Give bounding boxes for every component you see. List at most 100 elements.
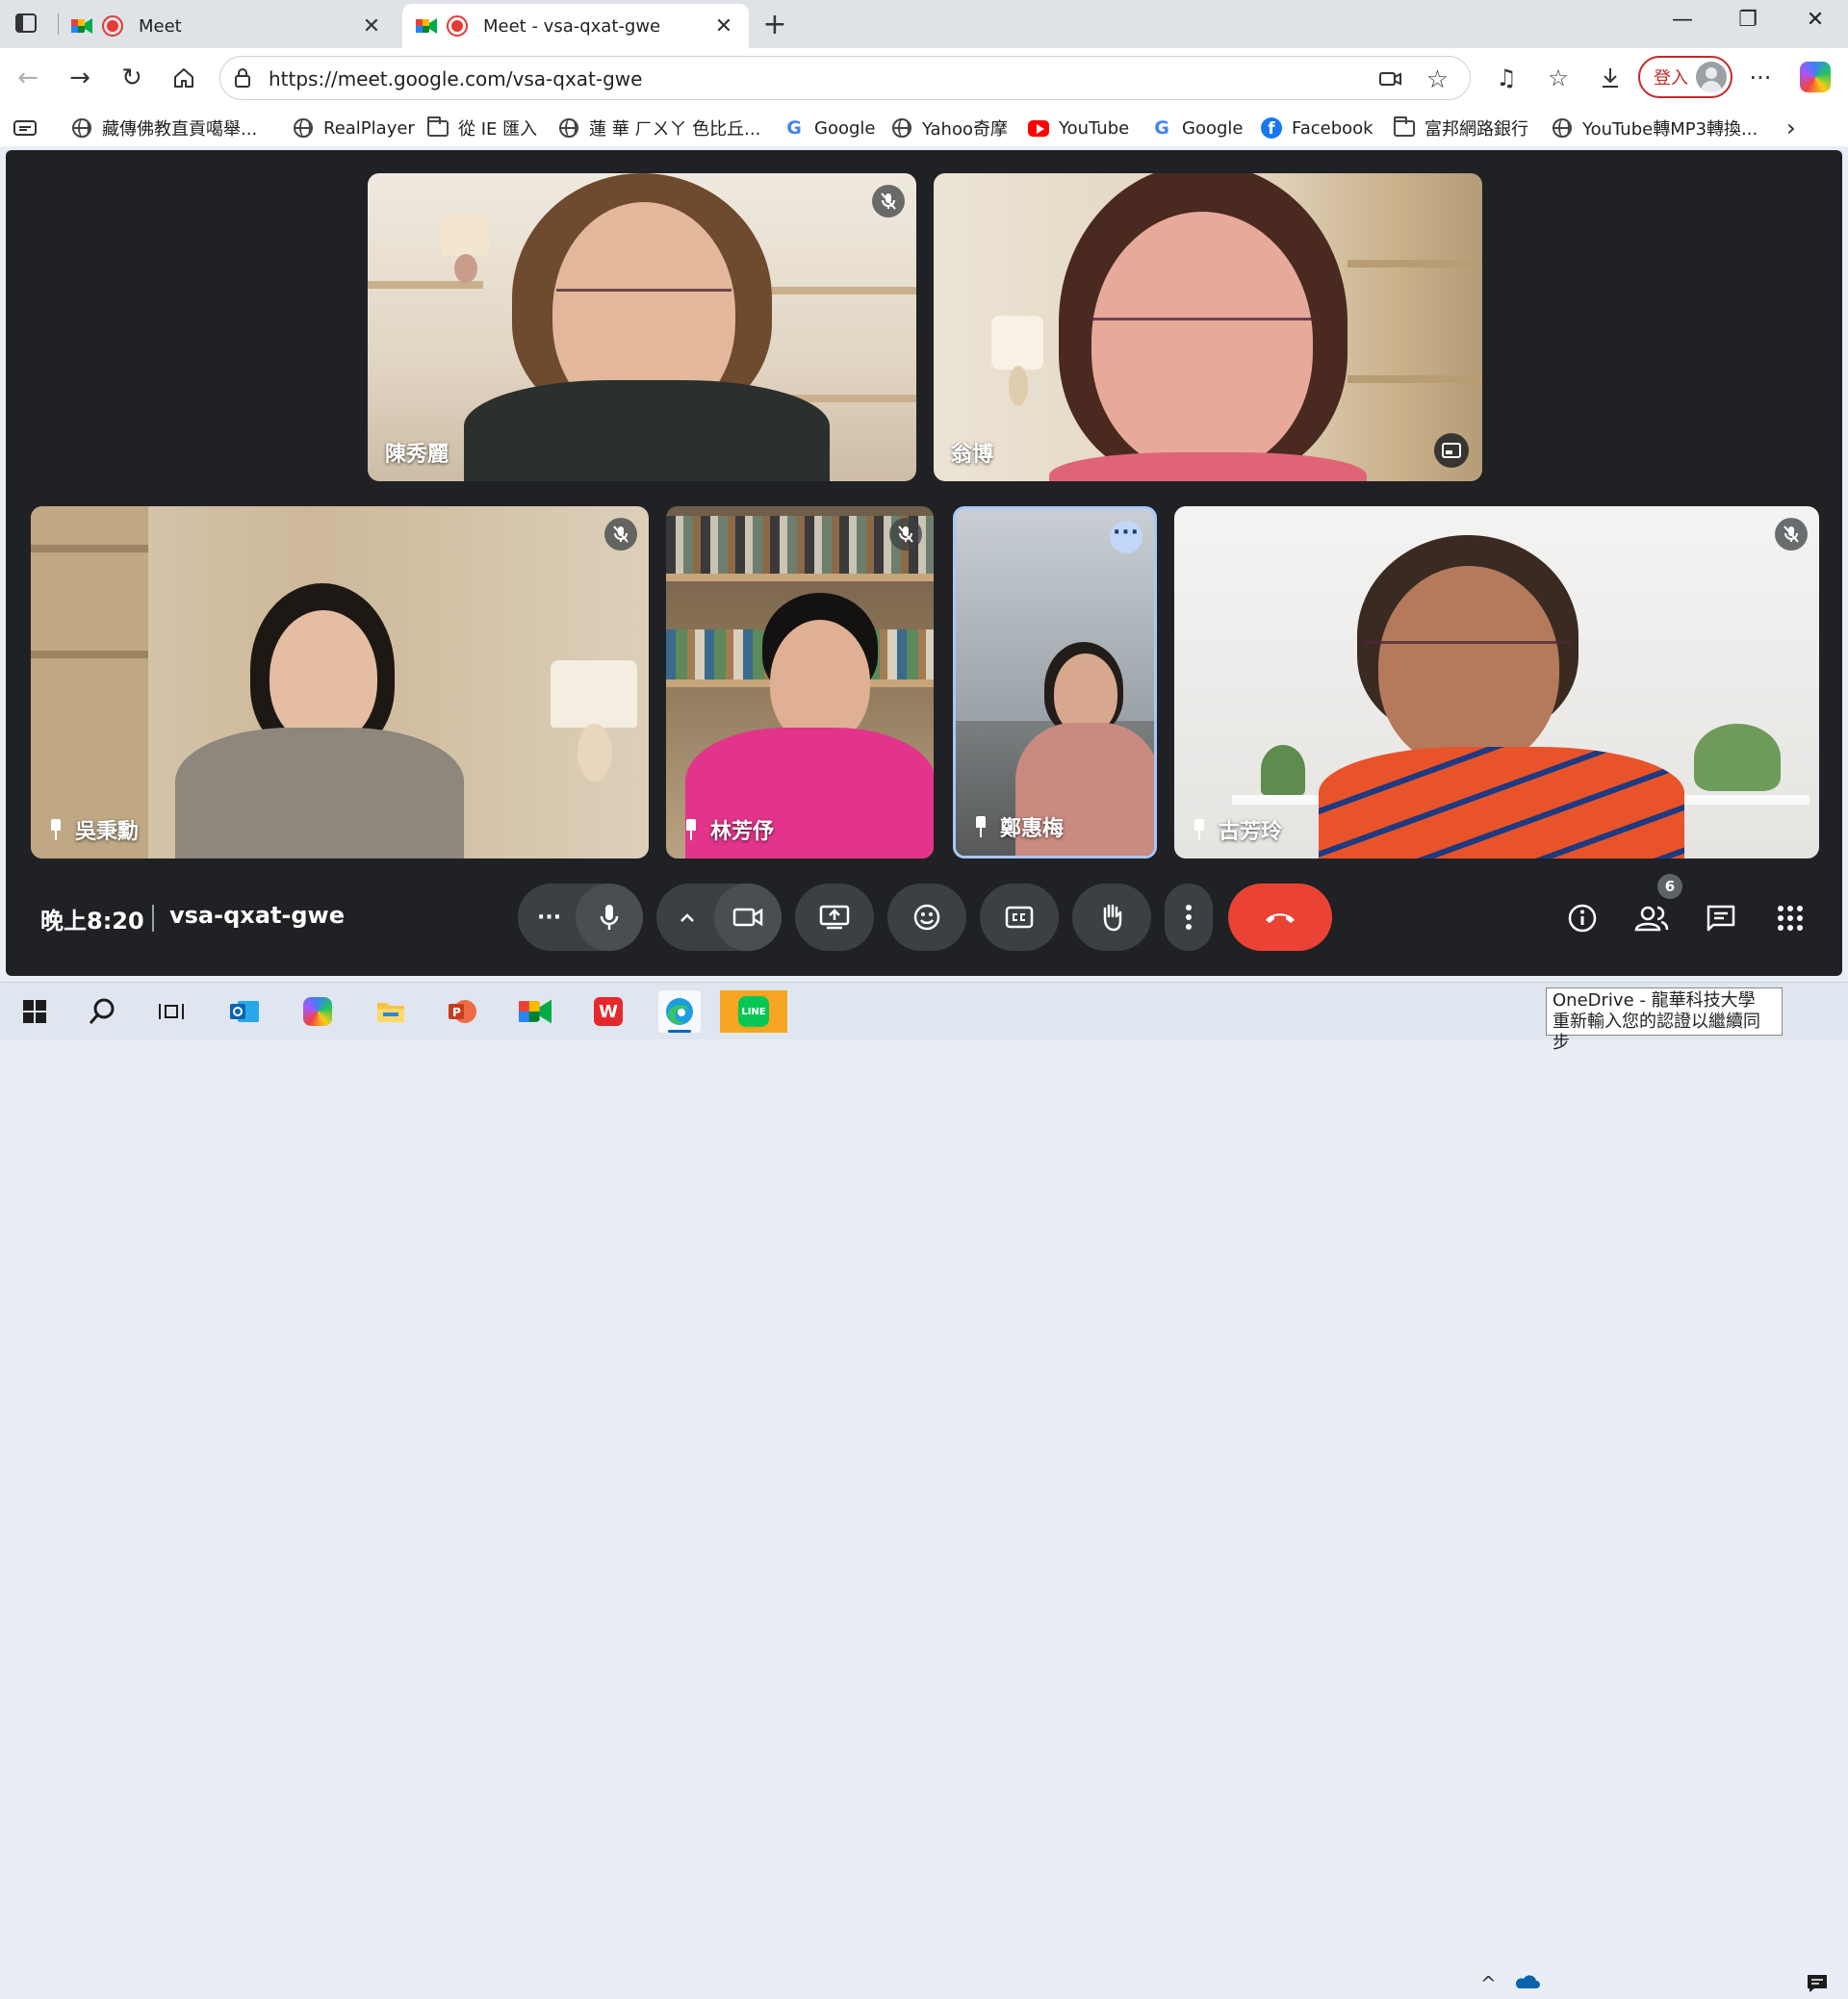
folder-icon	[1394, 115, 1415, 139]
browser-toolbar: ← → ↻ https://meet.google.com/vsa-qxat-g…	[0, 48, 1848, 108]
search-icon[interactable]	[81, 990, 123, 1033]
people-icon[interactable]	[1630, 897, 1673, 939]
back-icon[interactable]: ←	[12, 62, 44, 94]
url-text[interactable]: https://meet.google.com/vsa-qxat-gwe	[269, 67, 642, 90]
participant-tile[interactable]: 古芳玲	[1174, 506, 1819, 859]
new-tab-button[interactable]: +	[760, 8, 789, 41]
participant-tile[interactable]: 林芳伃	[666, 506, 934, 859]
copilot-taskbar-icon[interactable]	[296, 990, 339, 1033]
captions-button[interactable]	[980, 884, 1059, 951]
tab-meet[interactable]: Meet ✕	[58, 4, 397, 48]
wps-office-icon[interactable]: W	[587, 990, 629, 1033]
read-aloud-icon[interactable]: ♫	[1490, 62, 1523, 94]
participant-tile[interactable]: ··· 鄭惠梅	[953, 506, 1157, 859]
more-bookmarks-chevron-icon[interactable]: ›	[1786, 115, 1796, 141]
downloads-icon[interactable]	[1594, 62, 1627, 94]
close-tab-icon[interactable]: ✕	[360, 14, 383, 38]
globe-icon	[891, 117, 912, 139]
bookmark-label: 富邦網路銀行	[1424, 119, 1528, 140]
bookmark-item[interactable]: G Google	[1151, 115, 1243, 141]
video-controls	[656, 884, 782, 951]
muted-mic-icon	[604, 518, 637, 551]
more-options-button[interactable]	[1165, 884, 1213, 951]
copilot-icon[interactable]	[1800, 62, 1831, 92]
chevron-up-icon[interactable]: ^	[1480, 1972, 1497, 1995]
picture-in-picture-icon[interactable]	[1434, 433, 1469, 468]
meeting-code: vsa-qxat-gwe	[169, 902, 346, 929]
divider	[152, 905, 154, 932]
onedrive-icon[interactable]	[1513, 1972, 1540, 1995]
bookmark-label: YouTube轉MP3轉換...	[1582, 119, 1758, 140]
bookmark-item[interactable]: YouTube轉MP3轉換...	[1552, 115, 1758, 141]
restore-button[interactable]: ❐	[1729, 8, 1767, 32]
participant-tile[interactable]: 陳秀麗	[368, 173, 916, 481]
camera-permission-icon[interactable]	[1379, 68, 1402, 90]
bookmark-item[interactable]: f Facebook	[1261, 115, 1373, 141]
pin-icon[interactable]	[973, 816, 988, 837]
windows-start-icon[interactable]	[13, 990, 56, 1033]
pin-icon[interactable]	[48, 819, 64, 840]
participant-tile[interactable]: 翁博	[934, 173, 1482, 481]
raise-hand-button[interactable]	[1072, 884, 1151, 951]
muted-mic-icon	[889, 518, 922, 551]
muted-mic-icon	[872, 185, 905, 218]
globe-icon	[71, 117, 92, 139]
bookmark-item[interactable]: 蓮 華 ㄏㄨㄚ 色比丘...	[558, 115, 760, 141]
audio-settings-icon[interactable]: ···	[537, 906, 561, 930]
camera-button[interactable]	[714, 884, 782, 951]
file-explorer-icon[interactable]	[370, 990, 412, 1033]
bookmark-item[interactable]: 藏傳佛教直貢噶舉...	[71, 115, 257, 141]
end-call-button[interactable]	[1228, 884, 1332, 951]
microphone-button[interactable]	[576, 884, 643, 951]
meeting-info-icon[interactable]	[1561, 897, 1604, 939]
address-bar[interactable]: https://meet.google.com/vsa-qxat-gwe ☆	[219, 56, 1471, 100]
bookmark-item[interactable]: YouTube	[1028, 115, 1129, 141]
reading-list-icon[interactable]	[13, 115, 37, 141]
more-options-icon[interactable]: ···	[1110, 521, 1142, 553]
reload-icon[interactable]: ↻	[116, 62, 148, 94]
task-view-icon[interactable]	[150, 990, 192, 1033]
globe-icon	[293, 117, 314, 139]
pin-icon[interactable]	[1192, 819, 1207, 840]
tab-meet-vsa-qxat-gwe[interactable]: Meet - vsa-qxat-gwe ✕	[402, 4, 749, 48]
bookmarks-bar: 藏傳佛教直貢噶舉... RealPlayer 從 IE 匯入 蓮 華 ㄏㄨㄚ 色…	[0, 108, 1848, 146]
lock-icon[interactable]	[234, 68, 251, 88]
bookmark-label: RealPlayer	[323, 117, 415, 139]
sign-in-button[interactable]: 登入	[1638, 56, 1732, 98]
favorites-icon[interactable]: ☆	[1542, 62, 1575, 94]
participant-tile[interactable]: 吳秉勳	[31, 506, 649, 859]
settings-more-icon[interactable]: ···	[1744, 62, 1777, 94]
home-icon[interactable]	[167, 62, 200, 94]
google-meet-icon	[416, 17, 437, 35]
favorite-star-icon[interactable]: ☆	[1426, 65, 1449, 94]
participant-count-badge: 6	[1657, 874, 1682, 899]
forward-icon[interactable]: →	[64, 62, 96, 94]
present-screen-button[interactable]	[795, 884, 874, 951]
bookmark-folder[interactable]: 富邦網路銀行	[1394, 115, 1528, 141]
close-tab-icon[interactable]: ✕	[712, 14, 735, 38]
activities-grid-icon[interactable]	[1769, 897, 1811, 939]
chevron-up-icon[interactable]	[680, 909, 695, 927]
pin-icon[interactable]	[683, 819, 699, 840]
edge-browser-icon[interactable]	[658, 990, 701, 1033]
chat-icon[interactable]	[1700, 897, 1742, 939]
notification-icon[interactable]	[1806, 1972, 1829, 1999]
recording-icon	[102, 15, 123, 37]
participant-name: 翁博	[951, 443, 994, 467]
bookmark-item[interactable]: RealPlayer	[293, 115, 415, 141]
line-app-icon[interactable]: LINE	[720, 990, 787, 1033]
close-window-button[interactable]: ✕	[1796, 8, 1835, 32]
bookmark-label: Facebook	[1292, 117, 1373, 139]
outlook-icon[interactable]	[223, 990, 266, 1033]
google-meet-taskbar-icon[interactable]	[514, 990, 556, 1033]
google-icon: G	[786, 117, 802, 139]
powerpoint-icon[interactable]: P	[441, 990, 483, 1033]
bookmark-folder[interactable]: 從 IE 匯入	[427, 115, 537, 141]
facebook-icon: f	[1261, 117, 1282, 139]
sidebar-toggle-icon[interactable]	[13, 12, 38, 35]
emoji-reaction-button[interactable]	[887, 884, 966, 951]
participant-name: 吳秉勳	[48, 814, 139, 845]
bookmark-item[interactable]: G Google	[783, 115, 875, 141]
bookmark-item[interactable]: Yahoo奇摩	[891, 115, 1008, 141]
minimize-button[interactable]: —	[1663, 8, 1702, 32]
